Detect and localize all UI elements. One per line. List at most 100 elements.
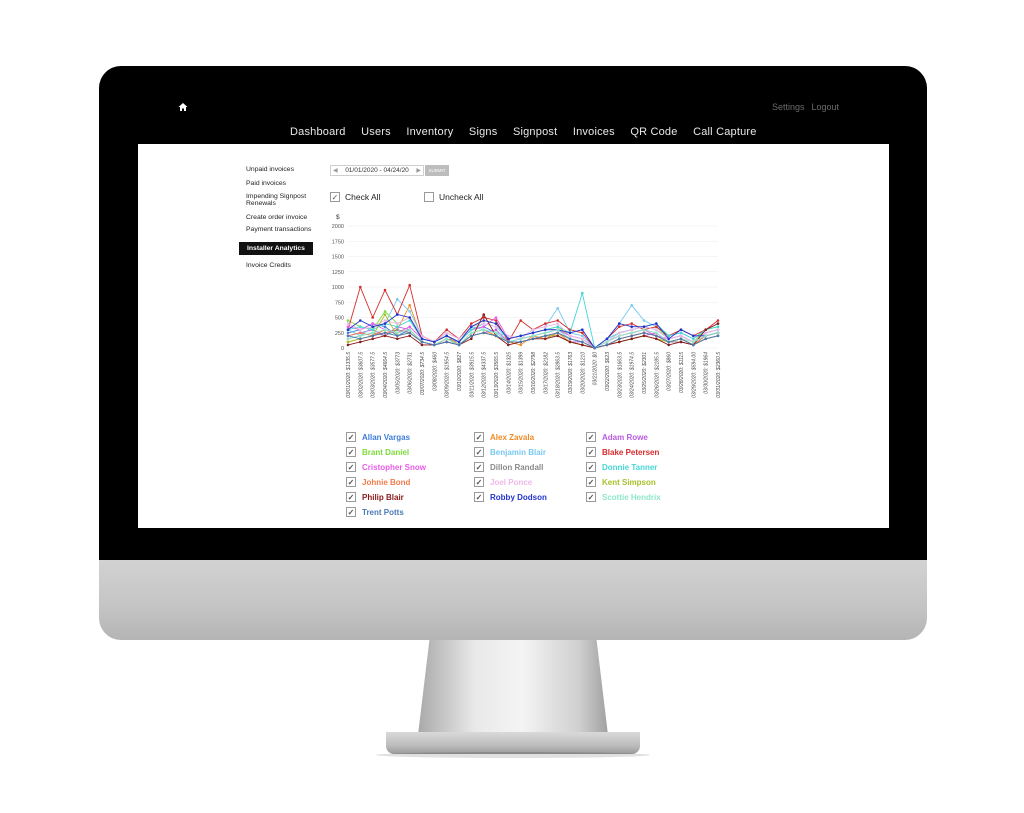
- data-point: [371, 334, 374, 338]
- checkbox-checked-icon[interactable]: ✓: [346, 477, 356, 487]
- date-range-value: 01/01/2020 - 04/24/20: [345, 167, 409, 174]
- date-range-picker[interactable]: ◀ 01/01/2020 - 04/24/20 ▶: [330, 165, 424, 176]
- checkbox-checked-icon[interactable]: ✓: [474, 492, 484, 502]
- data-point: [568, 340, 572, 344]
- data-point: [716, 334, 720, 338]
- uncheck-all-control[interactable]: Uncheck All: [424, 192, 483, 202]
- sidebar-item-payment-transactions[interactable]: Payment transactions: [246, 226, 311, 234]
- legend-item[interactable]: ✓ Brant Daniel: [346, 447, 409, 457]
- legend-item[interactable]: ✓ Scottie Hendrix: [586, 492, 661, 502]
- data-point: [531, 328, 535, 331]
- prev-arrow-icon[interactable]: ◀: [333, 167, 338, 174]
- checkbox-checked-icon[interactable]: ✓: [474, 462, 484, 472]
- data-point: [692, 343, 695, 347]
- sidebar-item-installer-analytics[interactable]: Installer Analytics: [239, 242, 313, 255]
- legend-item[interactable]: ✓ Philip Blair: [346, 492, 404, 502]
- data-point: [716, 331, 720, 335]
- x-tick-label: 03/07/2020: $734.5: [420, 352, 426, 395]
- nav-dashboard[interactable]: Dashboard: [290, 126, 346, 138]
- submit-button[interactable]: SUBMIT: [425, 165, 449, 176]
- checkbox-checked-icon[interactable]: ✓: [586, 432, 596, 442]
- sidebar-item-paid-invoices[interactable]: Paid invoices: [246, 180, 286, 188]
- data-point: [519, 343, 522, 347]
- nav-signpost[interactable]: Signpost: [513, 126, 557, 138]
- legend-item[interactable]: ✓ Johnie Bond: [346, 477, 410, 487]
- x-tick-label: 03/27/2020: $860: [667, 352, 673, 391]
- data-point: [482, 331, 485, 335]
- logout-link[interactable]: Logout: [812, 102, 840, 112]
- checkbox-checked-icon[interactable]: ✓: [586, 447, 596, 457]
- check-all-control[interactable]: ✓ Check All: [330, 192, 380, 202]
- monitor-chin: [99, 560, 927, 640]
- legend-item[interactable]: ✓ Allan Vargas: [346, 432, 410, 442]
- nav-invoices[interactable]: Invoices: [573, 126, 615, 138]
- checkbox-checked-icon[interactable]: ✓: [330, 192, 340, 202]
- data-point: [346, 325, 350, 328]
- nav-inventory[interactable]: Inventory: [406, 126, 453, 138]
- checkbox-checked-icon[interactable]: ✓: [586, 492, 596, 502]
- data-point: [408, 328, 411, 331]
- legend-item[interactable]: ✓ Adam Rowe: [586, 432, 648, 442]
- data-point: [494, 331, 498, 335]
- nav-call-capture[interactable]: Call Capture: [693, 126, 757, 138]
- settings-link[interactable]: Settings: [772, 102, 805, 112]
- data-point: [383, 313, 387, 316]
- data-point: [359, 334, 362, 338]
- legend-item[interactable]: ✓ Robby Dodson: [474, 492, 547, 502]
- legend-item[interactable]: ✓ Joel Ponce: [474, 477, 532, 487]
- data-point: [396, 297, 399, 301]
- checkbox-checked-icon[interactable]: ✓: [586, 462, 596, 472]
- legend-item[interactable]: ✓ Benjamin Blair: [474, 447, 546, 457]
- checkbox-checked-icon[interactable]: ✓: [346, 492, 356, 502]
- sidebar-item-invoice-credits[interactable]: Invoice Credits: [246, 262, 291, 270]
- data-point: [383, 328, 387, 331]
- legend-item[interactable]: ✓ Blake Petersen: [586, 447, 659, 457]
- legend-item[interactable]: ✓ Dillon Randall: [474, 462, 543, 472]
- next-arrow-icon[interactable]: ▶: [416, 167, 421, 174]
- data-point: [408, 310, 411, 313]
- sidebar-item-renewals[interactable]: Renewals: [246, 200, 276, 208]
- data-point: [716, 328, 720, 331]
- checkbox-checked-icon[interactable]: ✓: [474, 477, 484, 487]
- sidebar-item-unpaid-invoices[interactable]: Unpaid invoices: [246, 166, 294, 174]
- check-all-label: Check All: [345, 192, 381, 202]
- data-point: [642, 319, 646, 322]
- legend-label: Dillon Randall: [490, 462, 544, 472]
- data-point: [618, 325, 621, 328]
- checkbox-checked-icon[interactable]: ✓: [474, 447, 484, 457]
- data-point: [630, 337, 633, 341]
- data-point: [457, 340, 461, 344]
- data-point: [605, 343, 609, 347]
- legend-item[interactable]: ✓ Donnie Tanner: [586, 462, 657, 472]
- sidebar-item-create-order-invoice[interactable]: Create order invoice: [246, 214, 307, 222]
- data-point: [494, 316, 498, 319]
- data-point: [408, 316, 411, 319]
- checkbox-checked-icon[interactable]: ✓: [586, 477, 596, 487]
- nav-signs[interactable]: Signs: [469, 126, 498, 138]
- legend-item[interactable]: ✓ Cristopher Snow: [346, 462, 426, 472]
- top-links: Settings Logout: [772, 102, 846, 112]
- legend-item[interactable]: ✓ Trent Potts: [346, 507, 404, 517]
- legend-label: Joel Ponce: [490, 477, 533, 487]
- data-point: [445, 328, 448, 331]
- data-point: [383, 288, 387, 292]
- y-tick-label: 750: [335, 300, 344, 306]
- data-point: [581, 334, 584, 338]
- checkbox-checked-icon[interactable]: ✓: [346, 507, 356, 517]
- legend-item[interactable]: ✓ Alex Zavala: [474, 432, 534, 442]
- installer-analytics-chart: $0 250 500 750 1000 1250 1500 1750 2000 03/01/202…: [332, 214, 722, 398]
- data-point: [383, 325, 387, 328]
- checkbox-checked-icon[interactable]: ✓: [346, 447, 356, 457]
- checkbox-checked-icon[interactable]: ✓: [346, 462, 356, 472]
- data-point: [420, 340, 424, 344]
- checkbox-checked-icon[interactable]: ✓: [474, 432, 484, 442]
- legend-item[interactable]: ✓ Kent Simpson: [586, 477, 656, 487]
- data-point: [346, 322, 350, 325]
- checkbox-checked-icon[interactable]: ✓: [346, 432, 356, 442]
- nav-qr-code[interactable]: QR Code: [630, 126, 677, 138]
- nav-users[interactable]: Users: [361, 126, 391, 138]
- home-icon[interactable]: [178, 102, 188, 112]
- data-point: [544, 328, 547, 331]
- data-point: [556, 319, 559, 322]
- checkbox-empty-icon[interactable]: [424, 192, 434, 202]
